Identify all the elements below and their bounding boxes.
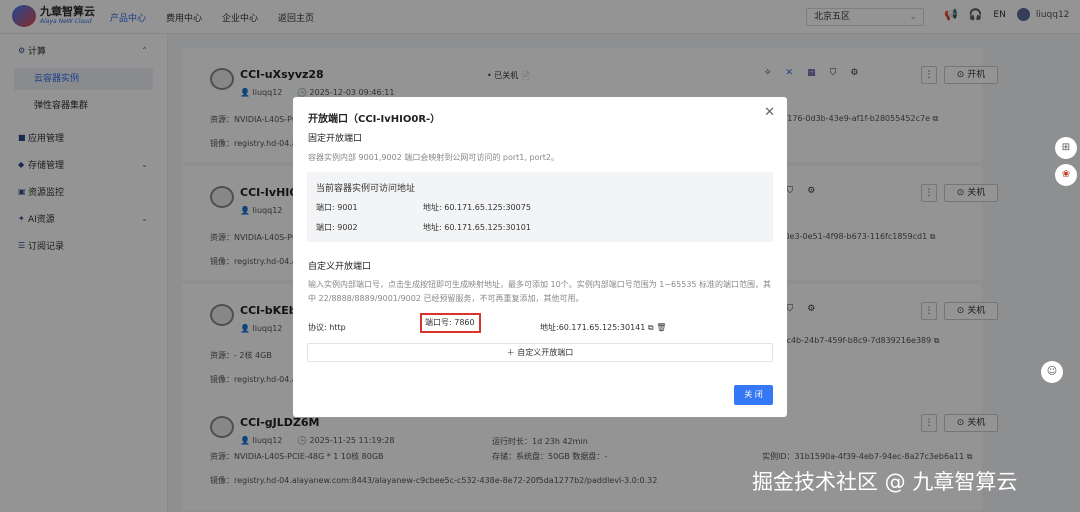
custom-port-number[interactable]: 端口号: 7860 [420, 313, 481, 333]
fixed-port-description: 容器实例内部 9001,9002 端口会映射到公网可访问的 port1, por… [308, 153, 559, 162]
port-label: 端口: 9002 [316, 223, 358, 232]
fixed-port-box: 当前容器实例可访问地址 端口: 9001 地址: 60.171.65.125:3… [307, 172, 773, 242]
copy-icon[interactable]: ⧉ [648, 323, 654, 332]
port-address: 地址: 60.171.65.125:30075 [423, 203, 531, 212]
add-custom-port-button[interactable]: ＋ 自定义开放端口 [307, 343, 773, 362]
support-avatar-icon[interactable]: ☺ [1041, 361, 1063, 383]
custom-port-heading: 自定义开放端口 [308, 262, 372, 272]
grid-icon[interactable]: ⊞ [1055, 137, 1077, 159]
port-label: 端口: 9001 [316, 203, 358, 212]
assistant-icon[interactable]: ❀ [1055, 164, 1077, 186]
watermark: 掘金技术社区 @ 九章智算云 [752, 470, 1018, 494]
close-button[interactable]: 关 闭 [734, 385, 773, 405]
delete-icon[interactable]: 🗑 [656, 323, 666, 332]
close-icon[interactable]: ✕ [764, 105, 775, 120]
port-address: 地址: 60.171.65.125:30101 [423, 223, 531, 232]
custom-port-description: 输入实例内部端口号，点击生成按钮即可生成映射地址，最多可添加 10个。实例内部端… [308, 280, 772, 303]
box-title: 当前容器实例可访问地址 [316, 184, 416, 194]
custom-port-address: 地址:60.171.65.125:30141 ⧉ 🗑 [540, 323, 667, 332]
fixed-port-heading: 固定开放端口 [308, 134, 363, 144]
open-port-dialog: 开放端口（CCI-IvHIO0R-） ✕ 固定开放端口 容器实例内部 9001,… [293, 97, 787, 417]
protocol-label: 协议: http [308, 323, 346, 332]
dialog-title: 开放端口（CCI-IvHIO0R-） [308, 114, 441, 125]
